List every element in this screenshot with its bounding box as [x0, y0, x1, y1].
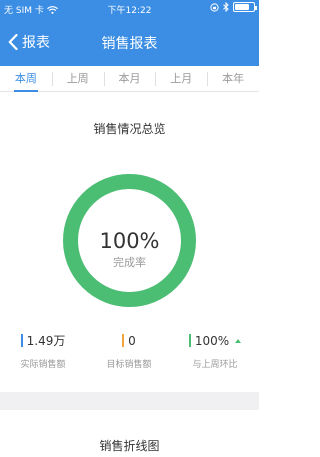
tab-this-year[interactable]: 本年: [207, 66, 259, 91]
stats-row: 1.49万 实际销售额 0 目标销售额 100% 与上周环比: [0, 332, 259, 378]
page-title: 销售报表: [101, 36, 158, 52]
stat-value-row: 0: [122, 333, 136, 349]
stat-value: 0: [128, 333, 136, 348]
stat-color-bar: [122, 334, 125, 347]
section-divider: [0, 392, 259, 410]
stat-label: 目标销售额: [106, 360, 152, 370]
bluetooth-icon: [223, 2, 229, 12]
tab-this-month[interactable]: 本月: [103, 66, 156, 91]
battery-nub: [255, 6, 257, 10]
navigation-bar: 报表 销售报表: [0, 18, 259, 66]
orientation-lock-icon: [210, 2, 219, 12]
period-tabs: 本周 上周 本月 上月 本年: [0, 66, 259, 92]
stat-value: 100%: [194, 333, 230, 348]
stat-week-over-week: 100% 与上周环比: [172, 332, 258, 370]
status-right: [210, 2, 257, 12]
stat-label: 与上周环比: [192, 360, 238, 370]
overview-title: 销售情况总览: [93, 122, 166, 136]
stat-value: 1.49万: [26, 334, 66, 348]
stat-value-row: 1.49万: [20, 333, 66, 349]
tab-last-month[interactable]: 上月: [155, 66, 207, 91]
stat-actual-sales: 1.49万 实际销售额: [0, 332, 86, 370]
stat-label: 实际销售额: [20, 360, 66, 370]
tab-last-week[interactable]: 上周: [51, 66, 104, 91]
battery-icon: [233, 2, 257, 12]
completion-label: 完成率: [113, 256, 146, 269]
stat-color-bar: [188, 334, 191, 347]
header: 无 SIM 卡 下午12:22 报表 销售报表: [0, 0, 259, 66]
stat-value-row: 100%: [188, 333, 242, 349]
stat-color-bar: [20, 334, 23, 347]
battery-level: [235, 4, 250, 10]
status-bar: 无 SIM 卡 下午12:22: [0, 0, 259, 18]
line-chart-title: 销售折线图: [99, 439, 160, 453]
trend-up-icon: [235, 338, 242, 343]
stat-target-sales: 0 目标销售额: [86, 332, 172, 371]
tab-this-week[interactable]: 本周: [0, 66, 52, 92]
completion-percent: 100%: [99, 229, 160, 253]
